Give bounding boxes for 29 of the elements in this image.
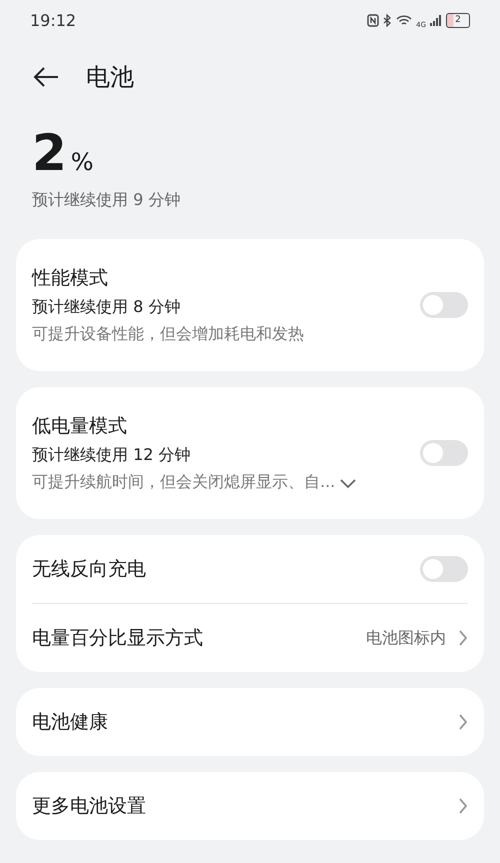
percent-unit: % bbox=[70, 148, 94, 176]
setting-estimate: 预计继续使用 8 分钟 bbox=[32, 297, 182, 318]
toggle-switch[interactable] bbox=[420, 292, 468, 318]
back-arrow-icon[interactable] bbox=[32, 65, 60, 89]
setting-title: 更多电池设置 bbox=[32, 794, 147, 819]
bluetooth-icon bbox=[383, 14, 392, 26]
signal-icon bbox=[430, 14, 442, 26]
battery-estimate: 预计继续使用 9 分钟 bbox=[32, 190, 182, 211]
setting-title: 性能模式 bbox=[32, 266, 109, 291]
page-title: 电池 bbox=[86, 62, 134, 93]
status-time: 19:12 bbox=[30, 10, 76, 30]
setting-title: 电量百分比显示方式 bbox=[32, 626, 204, 651]
chevron-down-icon[interactable] bbox=[339, 476, 358, 488]
setting-title: 电池健康 bbox=[32, 710, 109, 735]
setting-title: 无线反向充电 bbox=[32, 557, 147, 582]
setting-estimate: 预计继续使用 12 分钟 bbox=[32, 445, 192, 466]
chevron-right-icon bbox=[458, 713, 468, 731]
battery-icon: 2 bbox=[446, 12, 470, 28]
wifi-icon bbox=[396, 14, 412, 26]
chevron-right-icon bbox=[458, 629, 468, 647]
setting-value: 电池图标内 bbox=[366, 628, 446, 648]
setting-title: 低电量模式 bbox=[32, 414, 128, 439]
toggle-switch[interactable] bbox=[420, 440, 468, 466]
setting-description: 可提升设备性能，但会增加耗电和发热 bbox=[32, 324, 304, 345]
nfc-icon bbox=[367, 14, 380, 26]
battery-percent: 2 bbox=[32, 128, 67, 178]
setting-description: 可提升续航时间，但会关闭熄屏显示、自... bbox=[32, 472, 336, 493]
toggle-switch[interactable] bbox=[420, 556, 468, 582]
chevron-right-icon bbox=[458, 797, 468, 815]
